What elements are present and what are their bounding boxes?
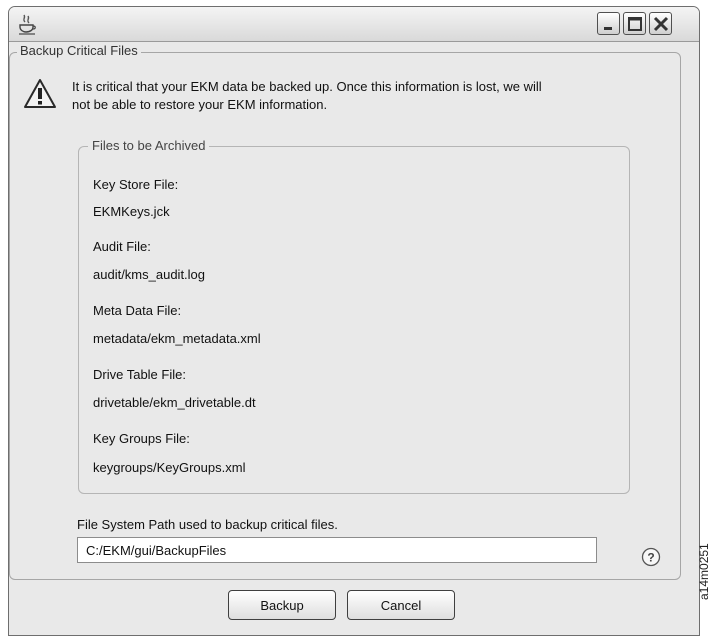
minimize-icon	[604, 27, 612, 30]
key-groups-file-value: keygroups/KeyGroups.xml	[93, 460, 246, 475]
warning-message: It is critical that your EKM data be bac…	[72, 78, 652, 114]
group-title: Backup Critical Files	[17, 42, 141, 60]
java-coffee-icon	[19, 14, 36, 35]
warning-line-1: It is critical that your EKM data be bac…	[72, 79, 542, 94]
audit-file-label: Audit File:	[93, 239, 151, 254]
backup-path-label: File System Path used to backup critical…	[77, 517, 338, 532]
cancel-button[interactable]: Cancel	[347, 590, 455, 620]
drive-table-file-value: drivetable/ekm_drivetable.dt	[93, 395, 256, 410]
warning-line-2: not be able to restore your EKM informat…	[72, 97, 328, 112]
warning-icon	[24, 79, 56, 108]
archived-group-title: Files to be Archived	[88, 137, 210, 155]
backup-button[interactable]: Backup	[228, 590, 336, 620]
title-bar[interactable]	[9, 7, 699, 42]
close-icon	[653, 16, 669, 32]
help-glyph: ?	[647, 551, 654, 565]
audit-file-value: audit/kms_audit.log	[93, 267, 206, 282]
maximize-button[interactable]	[623, 12, 646, 35]
figure-id: a14m0251	[697, 543, 711, 600]
maximize-icon	[628, 17, 642, 31]
minimize-button[interactable]	[597, 12, 620, 35]
help-icon[interactable]: ?	[641, 547, 661, 567]
key-groups-file-label: Key Groups File:	[93, 431, 190, 446]
key-store-file-value: EKMKeys.jck	[93, 204, 170, 219]
close-button[interactable]	[649, 12, 672, 35]
key-store-file-label: Key Store File:	[93, 177, 179, 192]
meta-data-file-label: Meta Data File:	[93, 303, 182, 318]
meta-data-file-value: metadata/ekm_metadata.xml	[93, 331, 261, 346]
drive-table-file-label: Drive Table File:	[93, 367, 186, 382]
backup-path-input[interactable]	[77, 537, 597, 563]
